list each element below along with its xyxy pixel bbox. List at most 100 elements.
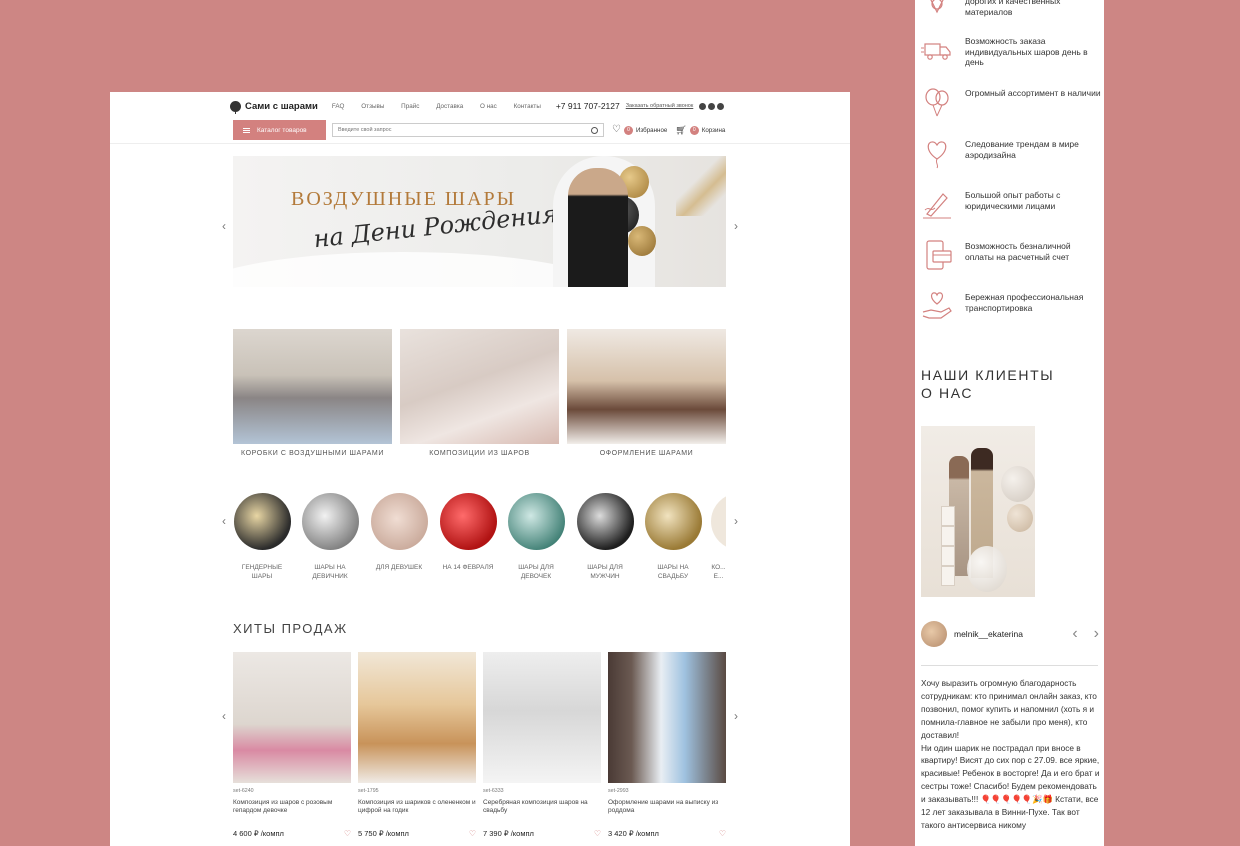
category-label: КОМПОЗИЦИИ ИЗ ШАРОВ bbox=[429, 450, 530, 457]
advantage-text: Следование трендам в мире аэродизайна bbox=[965, 139, 1079, 160]
favorite-heart-icon[interactable]: ♡ bbox=[719, 829, 726, 838]
product-card[interactable]: set-1795 Композиция из шариков с олененк… bbox=[358, 652, 476, 838]
top-header: Сами с шарами FAQ Отзывы Прайс Доставка … bbox=[230, 98, 730, 114]
circle-category[interactable]: ДЛЯ ДЕВУШЕК bbox=[368, 493, 430, 572]
logo[interactable]: Сами с шарами bbox=[230, 100, 318, 114]
product-card[interactable]: set-6240 Композиция из шаров с розовым г… bbox=[233, 652, 351, 838]
category-image bbox=[233, 329, 392, 444]
banner-prev-arrow[interactable]: ‹ bbox=[219, 219, 229, 233]
search-bar-row: Каталог товаров ♡ 0 Избранное 🛒︎ 0 Корзи… bbox=[233, 120, 727, 140]
avatar[interactable] bbox=[921, 621, 947, 647]
hits-prev-arrow[interactable]: ‹ bbox=[219, 709, 229, 723]
nav-about[interactable]: О нас bbox=[480, 103, 497, 110]
review-divider bbox=[921, 665, 1098, 666]
product-price: 4 600 ₽ /компл bbox=[233, 829, 284, 838]
circles-next-arrow[interactable]: › bbox=[731, 514, 741, 528]
favorite-heart-icon[interactable]: ♡ bbox=[469, 829, 476, 838]
circle-label: ШАРЫ ДЛЯ МУЖЧИН bbox=[587, 564, 623, 580]
product-card[interactable]: set-6333 Серебряная композиция шаров на … bbox=[483, 652, 601, 838]
circle-image bbox=[507, 493, 565, 550]
advantage-item: Бережная профессиональная транспортировк… bbox=[921, 290, 1101, 322]
advantage-item: Большой опыт работы с юридическими лицам… bbox=[921, 188, 1101, 220]
nav-faq[interactable]: FAQ bbox=[332, 103, 345, 110]
advantage-item: Следование трендам в мире аэродизайна bbox=[921, 137, 1101, 169]
circles-prev-arrow[interactable]: ‹ bbox=[219, 514, 229, 528]
product-name: Композиция из шариков с олененком и цифр… bbox=[358, 799, 476, 814]
circle-label: НА 14 ФЕВРАЛЯ bbox=[442, 564, 494, 571]
hits-next-arrow[interactable]: › bbox=[731, 709, 741, 723]
product-price: 7 390 ₽ /компл bbox=[483, 829, 534, 838]
pen-icon bbox=[923, 193, 951, 219]
truck-icon bbox=[921, 43, 951, 60]
menu-icon bbox=[243, 127, 250, 133]
balloon-image bbox=[1001, 466, 1035, 502]
client-photo[interactable] bbox=[921, 426, 1035, 597]
product-image bbox=[358, 652, 476, 783]
username[interactable]: melnik__ekaterina bbox=[954, 629, 1056, 639]
clients-title-line1: НАШИ КЛИЕНТЫ bbox=[921, 367, 1055, 383]
search-icon[interactable] bbox=[591, 126, 598, 134]
category-card[interactable]: КОМПОЗИЦИИ ИЗ ШАРОВ bbox=[400, 329, 559, 457]
review-paragraph: Хочу выразить огромную благодарность сот… bbox=[921, 678, 1097, 740]
advantage-text: Возможность безналичной оплаты на расчет… bbox=[965, 241, 1071, 262]
circle-image bbox=[301, 493, 359, 550]
clients-title-line2: О НАС bbox=[921, 385, 974, 401]
hero-banner[interactable]: ВОЗДУШНЫЕ ШАРЫ на Дени Рождения! bbox=[233, 156, 726, 287]
circle-image bbox=[370, 493, 428, 550]
banner-next-arrow[interactable]: › bbox=[731, 219, 741, 233]
care-icon bbox=[922, 292, 952, 319]
review-next-arrow[interactable]: › bbox=[1094, 625, 1099, 643]
balloon-logo-icon bbox=[230, 100, 241, 114]
nav-contacts[interactable]: Контакты bbox=[514, 103, 541, 110]
circle-label: ШАРЫ НА СВАДЬБУ bbox=[657, 564, 689, 580]
circle-category[interactable]: ШАРЫ НА СВАДЬБУ bbox=[642, 493, 704, 581]
category-card[interactable]: ОФОРМЛЕНИЕ ШАРАМИ bbox=[567, 329, 726, 457]
cart-icon: 🛒︎ bbox=[675, 124, 687, 135]
circle-category[interactable]: НА 14 ФЕВРАЛЯ bbox=[437, 493, 499, 572]
cart-link[interactable]: 🛒︎ 0 Корзина bbox=[675, 125, 725, 136]
payment-icon bbox=[926, 240, 952, 270]
advantage-item: Огромный ассортимент в наличии bbox=[921, 86, 1101, 118]
circle-category[interactable]: ШАРЫ ДЛЯ ДЕВОЧЕК bbox=[505, 493, 567, 581]
circle-category[interactable]: КО... Е... bbox=[711, 493, 726, 581]
product-card[interactable]: set-2993 Оформление шарами на выписку из… bbox=[608, 652, 726, 838]
nav-reviews[interactable]: Отзывы bbox=[361, 103, 384, 110]
circle-image bbox=[233, 493, 291, 550]
search-input[interactable] bbox=[338, 127, 578, 133]
balloon-image bbox=[967, 546, 1007, 592]
clients-title: НАШИ КЛИЕНТЫ О НАС bbox=[921, 366, 1054, 402]
product-sku: set-2993 bbox=[608, 788, 629, 794]
nav-price[interactable]: Прайс bbox=[401, 103, 419, 110]
favorites-badge: 0 bbox=[623, 125, 633, 135]
catalog-button[interactable]: Каталог товаров bbox=[233, 120, 326, 140]
main-nav: FAQ Отзывы Прайс Доставка О нас Контакты bbox=[332, 103, 556, 110]
circle-label: ШАРЫ ДЛЯ ДЕВОЧЕК bbox=[518, 564, 554, 580]
favorite-heart-icon[interactable]: ♡ bbox=[594, 829, 601, 838]
review-text: Хочу выразить огромную благодарность сот… bbox=[921, 677, 1103, 832]
advantage-text: Огромный ассортимент в наличии bbox=[965, 88, 1101, 98]
circle-category[interactable]: ГЕНДЕРНЫЕ ШАРЫ bbox=[231, 493, 293, 581]
category-image bbox=[567, 329, 726, 444]
nav-delivery[interactable]: Доставка bbox=[436, 103, 463, 110]
category-card[interactable]: КОРОБКИ С ВОЗДУШНЫМИ ШАРАМИ bbox=[233, 329, 392, 457]
advantage-text: Большой опыт работы с юридическими лицам… bbox=[965, 190, 1061, 211]
circle-category[interactable]: ШАРЫ ДЛЯ МУЖЧИН bbox=[574, 493, 636, 581]
product-sku: set-6333 bbox=[483, 788, 504, 794]
circle-label: ГЕНДЕРНЫЕ ШАРЫ bbox=[241, 564, 283, 580]
product-price-row: 3 420 ₽ /компл ♡ bbox=[608, 829, 726, 838]
product-price-row: 4 600 ₽ /компл ♡ bbox=[233, 829, 351, 838]
logo-text: Сами с шарами bbox=[245, 100, 318, 112]
whatsapp-icon[interactable] bbox=[717, 102, 725, 110]
review-prev-arrow[interactable]: ‹ bbox=[1072, 625, 1077, 643]
circle-category[interactable]: ШАРЫ НА ДЕВИЧНИК bbox=[299, 493, 361, 581]
banner-model bbox=[568, 168, 628, 287]
vk-icon[interactable] bbox=[708, 102, 716, 110]
favorite-heart-icon[interactable]: ♡ bbox=[344, 829, 351, 838]
instagram-icon[interactable] bbox=[699, 102, 707, 110]
callback-link[interactable]: Заказать обратный звонок bbox=[626, 103, 694, 109]
product-sku: set-1795 bbox=[358, 788, 379, 794]
phone-number[interactable]: +7 911 707-2127 bbox=[556, 101, 620, 111]
advantage-text: Возможность заказа индивидуальных шаров … bbox=[965, 36, 1088, 67]
favorites-link[interactable]: ♡ 0 Избранное bbox=[612, 125, 667, 135]
circle-label: ДЛЯ ДЕВУШЕК bbox=[375, 564, 423, 571]
